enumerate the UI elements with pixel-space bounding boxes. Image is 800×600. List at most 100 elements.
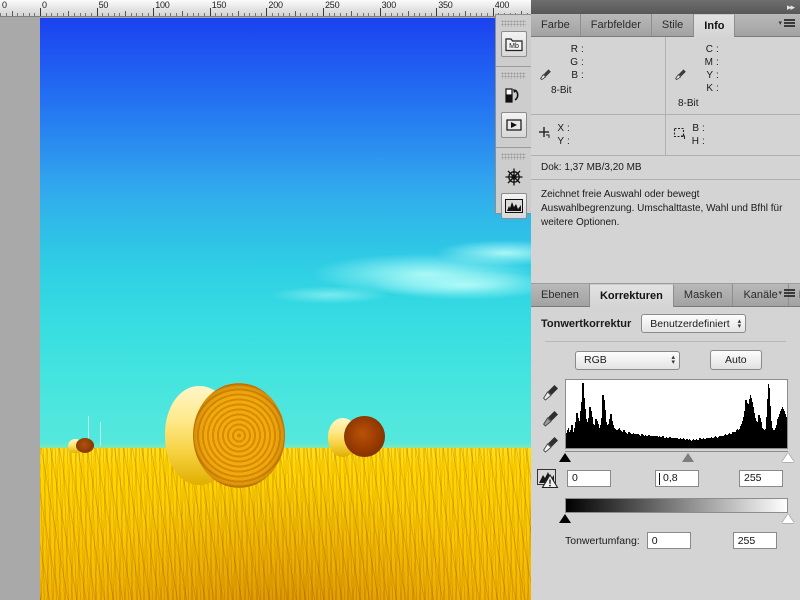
output-highlight-thumb[interactable] bbox=[782, 514, 794, 523]
set-black-point-eyedropper[interactable] bbox=[542, 383, 560, 403]
tab-masken[interactable]: Masken bbox=[673, 284, 734, 306]
dock-group-bridge: Mb bbox=[496, 15, 531, 67]
info-panel-menu-icon[interactable]: ▾ bbox=[778, 19, 795, 27]
ruler-tick bbox=[226, 13, 228, 16]
output-shadow-value: 0 bbox=[651, 534, 658, 547]
ruler-label: 0 bbox=[42, 0, 47, 10]
input-highlight-field[interactable]: 255 bbox=[739, 469, 783, 487]
levels-histogram[interactable] bbox=[565, 379, 788, 449]
collapse-panels-icon[interactable]: ▸▸ bbox=[787, 2, 795, 13]
info-row-x: X : bbox=[555, 122, 657, 135]
ruler-tick bbox=[28, 13, 30, 16]
document-image-haybales[interactable] bbox=[40, 18, 531, 600]
output-shadow-thumb[interactable] bbox=[559, 514, 571, 523]
panel-dock-titlebar[interactable]: ▸▸ bbox=[531, 0, 800, 14]
tab-ebenen[interactable]: Ebenen bbox=[531, 284, 590, 306]
input-midtone-field[interactable]: 0,8 bbox=[655, 469, 699, 487]
ruler-tick bbox=[11, 11, 13, 16]
info-row-y-coord: Y : bbox=[555, 135, 657, 148]
adjustments-panel-tabbar: Ebenen Korrekturen Masken Kanäle Pfade ▾ bbox=[531, 284, 800, 307]
ruler-tick bbox=[441, 13, 443, 16]
adjustments-panel: Ebenen Korrekturen Masken Kanäle Pfade ▾… bbox=[531, 284, 800, 549]
ruler-tick bbox=[447, 13, 449, 16]
ruler-tick bbox=[260, 13, 262, 16]
preset-value: Benutzerdefiniert bbox=[650, 317, 730, 330]
info-rgb-readout: R : G : B : 8-Bit bbox=[531, 37, 665, 114]
tab-farbfelder[interactable]: Farbfelder bbox=[580, 14, 652, 36]
dock-grip[interactable] bbox=[501, 153, 526, 160]
clipping-warning-icon[interactable] bbox=[537, 468, 561, 489]
output-highlight-field[interactable]: 255 bbox=[732, 532, 777, 549]
tab-korrekturen[interactable]: Korrekturen bbox=[589, 284, 674, 307]
input-highlight-thumb[interactable] bbox=[782, 453, 794, 462]
tab-info[interactable]: Info bbox=[694, 14, 736, 37]
input-shadow-thumb[interactable] bbox=[559, 453, 571, 462]
info-row-m: M : bbox=[696, 56, 792, 69]
auto-button[interactable]: Auto bbox=[710, 350, 762, 370]
info-row-height: H : bbox=[690, 135, 792, 148]
output-ramp-area bbox=[531, 488, 800, 526]
preset-dropdown[interactable]: Benutzerdefiniert ▴ ▾ bbox=[641, 314, 747, 333]
ruler-tick bbox=[153, 8, 155, 16]
stepper-arrows-icon: ▴ ▾ bbox=[671, 354, 675, 366]
ruler-tick bbox=[328, 13, 330, 16]
input-shadow-field[interactable]: 0 bbox=[567, 469, 611, 487]
ruler-tick bbox=[113, 13, 115, 16]
dock-grip[interactable] bbox=[501, 72, 526, 79]
tab-stile[interactable]: Stile bbox=[651, 14, 695, 36]
info-key-r: R bbox=[570, 44, 578, 55]
ruler-tick bbox=[464, 11, 466, 16]
input-midtone-thumb[interactable] bbox=[681, 453, 694, 462]
ruler-label: 100 bbox=[155, 0, 170, 10]
horizontal-ruler[interactable]: 0 50 100 150 200 250 300 350 400 0 bbox=[0, 0, 531, 17]
tab-farbe[interactable]: Farbe bbox=[531, 14, 581, 36]
ruler-tick bbox=[187, 13, 189, 16]
ruler-tick bbox=[413, 13, 415, 16]
ruler-tick bbox=[453, 13, 455, 16]
info-colon: : bbox=[716, 83, 719, 94]
bale-face bbox=[193, 383, 285, 488]
actions-play-icon[interactable] bbox=[500, 112, 527, 138]
hay-bale-small bbox=[68, 438, 94, 454]
histogram-icon[interactable] bbox=[500, 193, 527, 219]
ruler-tick bbox=[79, 13, 81, 16]
input-levels-slider[interactable] bbox=[559, 451, 794, 464]
ruler-tick bbox=[215, 13, 217, 16]
ruler-tick bbox=[96, 8, 98, 16]
info-colon: : bbox=[581, 44, 584, 55]
ruler-tick bbox=[323, 8, 324, 16]
mini-bridge-icon[interactable]: Mb bbox=[500, 31, 527, 57]
set-white-point-eyedropper[interactable] bbox=[542, 435, 560, 455]
adjustments-panel-menu-icon[interactable]: ▾ bbox=[778, 289, 795, 297]
dock-grip[interactable] bbox=[501, 20, 526, 27]
histogram-row bbox=[531, 379, 800, 464]
ruler-label: 350 bbox=[438, 0, 453, 10]
info-row-y: Y : bbox=[696, 69, 792, 82]
ruler-tick bbox=[51, 13, 53, 16]
ruler-tick bbox=[430, 13, 432, 16]
tool-hint-text: Zeichnet freie Auswahl oder bewegt Auswa… bbox=[541, 189, 783, 228]
info-key-b: B bbox=[571, 70, 578, 81]
info-key-c: C bbox=[705, 44, 713, 55]
ruler-tick bbox=[266, 8, 268, 16]
info-key-x: X bbox=[557, 123, 564, 134]
info-readout-grid: R : G : B : 8-Bit C: M: Y: K: 8-Bit bbox=[531, 37, 800, 115]
set-gray-point-eyedropper[interactable] bbox=[542, 409, 560, 429]
info-colon: : bbox=[581, 57, 584, 68]
output-levels-slider[interactable] bbox=[559, 513, 794, 526]
ruler-tick bbox=[339, 13, 341, 16]
menu-lines-icon bbox=[784, 19, 795, 27]
info-colon: : bbox=[567, 123, 570, 134]
channel-dropdown[interactable]: RGB ▴ ▾ bbox=[575, 350, 680, 370]
stubble-field-region bbox=[40, 448, 531, 600]
ruler-tick bbox=[458, 13, 460, 16]
info-coords-grid: X : Y : B: H: bbox=[531, 115, 800, 156]
ruler-tick bbox=[294, 11, 296, 16]
output-shadow-field[interactable]: 0 bbox=[646, 532, 691, 549]
kuler-icon[interactable] bbox=[501, 164, 527, 190]
info-colon: : bbox=[702, 123, 705, 134]
info-row-c: C : bbox=[696, 43, 792, 56]
ruler-label-origin: 0 bbox=[2, 0, 7, 10]
history-icon[interactable] bbox=[501, 83, 527, 109]
ruler-tick bbox=[436, 8, 438, 16]
